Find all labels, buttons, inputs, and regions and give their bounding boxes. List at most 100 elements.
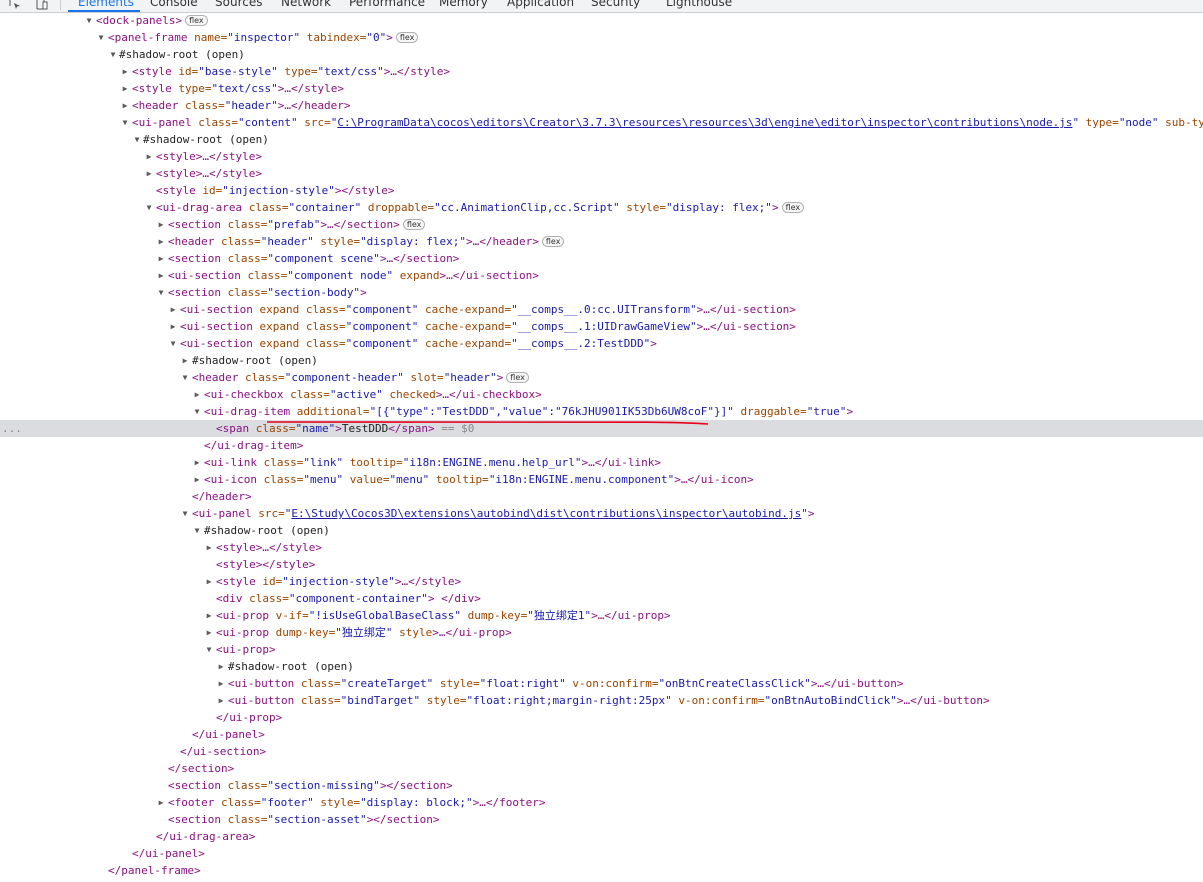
dom-node-row[interactable]: <section class="section-asset"></section…: [0, 811, 1203, 828]
expand-triangle-icon[interactable]: ▼: [192, 403, 202, 420]
collapsed-triangle-icon[interactable]: ▶: [192, 386, 202, 403]
dom-node-row[interactable]: ▶ <ui-section class="component node" exp…: [0, 267, 1203, 284]
collapsed-triangle-icon[interactable]: ▶: [168, 318, 178, 335]
expand-triangle-icon[interactable]: ▼: [120, 114, 130, 131]
tab-console[interactable]: Console: [150, 0, 198, 9]
dom-node-row[interactable]: ▶ <ui-prop dump-key="独立绑定" style>…</ui-p…: [0, 624, 1203, 641]
dom-node-row[interactable]: ▶ <ui-section expand class="component" c…: [0, 318, 1203, 335]
dom-node-row[interactable]: <style></style>: [0, 556, 1203, 573]
flex-badge[interactable]: flex: [402, 219, 426, 230]
dom-node-row[interactable]: ▼ <section class="section-body">: [0, 284, 1203, 301]
source-link[interactable]: E:\Study\Cocos3D\extensions\autobind\dis…: [291, 507, 801, 520]
dom-node-row[interactable]: <section class="section-missing"></secti…: [0, 777, 1203, 794]
tab-elements[interactable]: Elements: [78, 0, 134, 9]
collapsed-triangle-icon[interactable]: ▶: [156, 267, 166, 284]
dom-node-row[interactable]: ▶ <header class="header" style="display:…: [0, 233, 1203, 250]
dom-node-row[interactable]: ▶ <ui-section expand class="component" c…: [0, 301, 1203, 318]
collapsed-triangle-icon[interactable]: ▶: [204, 607, 214, 624]
source-link[interactable]: C:\ProgramData\cocos\editors\Creator\3.7…: [337, 116, 1072, 129]
dom-node-row[interactable]: ▼ <dock-panels> flex: [0, 12, 1203, 29]
dom-node-row[interactable]: </ui-drag-item>: [0, 437, 1203, 454]
dom-node-row[interactable]: ▶ <section class="prefab">…</section> fle…: [0, 216, 1203, 233]
dom-node-row[interactable]: ▶ <style>…</style>: [0, 539, 1203, 556]
inspect-element-icon[interactable]: [8, 0, 22, 11]
collapsed-triangle-icon[interactable]: ▶: [156, 794, 166, 811]
collapsed-triangle-icon[interactable]: ▶: [204, 573, 214, 590]
collapsed-triangle-icon[interactable]: ▶: [120, 97, 130, 114]
expand-triangle-icon[interactable]: ▼: [156, 284, 166, 301]
expand-triangle-icon[interactable]: ▼: [144, 199, 154, 216]
dom-node-row[interactable]: </header>: [0, 488, 1203, 505]
collapsed-triangle-icon[interactable]: ▶: [216, 658, 226, 675]
expand-triangle-icon[interactable]: ▼: [204, 641, 214, 658]
dom-node-row[interactable]: ▶ #shadow-root (open): [0, 658, 1203, 675]
dom-node-row[interactable]: ▶ <ui-prop v-if="!isUseGlobalBaseClass" …: [0, 607, 1203, 624]
dom-node-row[interactable]: <div class="component-container"> </div>: [0, 590, 1203, 607]
node-actions-dots[interactable]: ...: [2, 420, 22, 437]
dom-node-row[interactable]: </ui-drag-area>: [0, 828, 1203, 845]
flex-badge[interactable]: flex: [781, 202, 805, 213]
dom-node-row[interactable]: ▶ <header class="header">…</header>: [0, 97, 1203, 114]
tab-security[interactable]: Security: [591, 0, 640, 9]
dom-node-row[interactable]: ▶ <style>…</style>: [0, 148, 1203, 165]
collapsed-triangle-icon[interactable]: ▶: [168, 301, 178, 318]
tab-performance[interactable]: Performance: [349, 0, 425, 9]
expand-triangle-icon[interactable]: ▼: [168, 335, 178, 352]
collapsed-triangle-icon[interactable]: ▶: [216, 675, 226, 692]
dom-node-row[interactable]: ▶ <ui-button class="bindTarget" style="f…: [0, 692, 1203, 709]
collapsed-triangle-icon[interactable]: ▶: [204, 539, 214, 556]
flex-badge[interactable]: flex: [395, 32, 419, 43]
dom-node-row[interactable]: ▼ <header class="component-header" slot=…: [0, 369, 1203, 386]
dom-node-row[interactable]: </panel-frame>: [0, 862, 1203, 879]
dom-node-row[interactable]: ▼ #shadow-root (open): [0, 131, 1203, 148]
dom-node-row[interactable]: ▶ #shadow-root (open): [0, 352, 1203, 369]
dom-node-row[interactable]: ▶ <ui-button class="createTarget" style=…: [0, 675, 1203, 692]
expand-triangle-icon[interactable]: ▼: [96, 29, 106, 46]
dom-node-row[interactable]: ▶ <section class="component scene">…</se…: [0, 250, 1203, 267]
dom-node-row[interactable]: ▶ <footer class="footer" style="display:…: [0, 794, 1203, 811]
collapsed-triangle-icon[interactable]: ▶: [144, 148, 154, 165]
dom-node-row[interactable]: ▶ <style id="base-style" type="text/css"…: [0, 63, 1203, 80]
dom-node-row[interactable]: ▼ <ui-drag-item additional="[{"type":"Te…: [0, 403, 1203, 420]
collapsed-triangle-icon[interactable]: ▶: [192, 454, 202, 471]
dom-node-row[interactable]: ▼ <ui-panel src= "E:\Study\Cocos3D\extens…: [0, 505, 1203, 522]
dom-node-row[interactable]: </ui-prop>: [0, 709, 1203, 726]
dom-node-row[interactable]: ▼ #shadow-root (open): [0, 46, 1203, 63]
flex-badge[interactable]: flex: [506, 372, 529, 383]
expand-triangle-icon[interactable]: ▼: [84, 12, 94, 29]
dom-node-row[interactable]: ▼ <ui-panel class="content" src="C:\Prog…: [0, 114, 1203, 131]
tab-lighthouse[interactable]: Lighthouse: [666, 0, 732, 9]
dom-node-row[interactable]: ▶ <style type="text/css">…</style>: [0, 80, 1203, 97]
tab-application[interactable]: Application: [507, 0, 574, 9]
tab-network[interactable]: Network: [281, 0, 331, 9]
tab-memory[interactable]: Memory: [439, 0, 488, 9]
expand-triangle-icon[interactable]: ▼: [180, 505, 190, 522]
dom-node-row[interactable]: </ui-panel>: [0, 845, 1203, 862]
collapsed-triangle-icon[interactable]: ▶: [144, 165, 154, 182]
collapsed-triangle-icon[interactable]: ▶: [192, 471, 202, 488]
dom-node-row[interactable]: ▶ <ui-icon class="menu" value="menu" too…: [0, 471, 1203, 488]
dom-node-row[interactable]: ▼ #shadow-root (open): [0, 522, 1203, 539]
dom-node-row[interactable]: ▼ <ui-prop>: [0, 641, 1203, 658]
dom-node-row[interactable]: ▶ <ui-link class="link" tooltip="i18n:EN…: [0, 454, 1203, 471]
collapsed-triangle-icon[interactable]: ▶: [120, 63, 130, 80]
dom-node-row[interactable]: ▶ <style id="injection-style">…</style>: [0, 573, 1203, 590]
collapsed-triangle-icon[interactable]: ▶: [216, 692, 226, 709]
device-toolbar-icon[interactable]: [34, 0, 48, 11]
expand-triangle-icon[interactable]: ▼: [132, 131, 142, 148]
dom-node-row[interactable]: ▼ <ui-drag-area class="container" droppa…: [0, 199, 1203, 216]
collapsed-triangle-icon[interactable]: ▶: [120, 80, 130, 97]
dom-node-row[interactable]: </ui-panel>: [0, 726, 1203, 743]
dom-node-row[interactable]: ▶ <style>…</style>: [0, 165, 1203, 182]
expand-triangle-icon[interactable]: ▼: [108, 46, 118, 63]
dom-node-row[interactable]: </section>: [0, 760, 1203, 777]
dom-node-row[interactable]: ▶ <ui-checkbox class="active" checked>…<…: [0, 386, 1203, 403]
dom-node-row[interactable]: </ui-section>: [0, 743, 1203, 760]
collapsed-triangle-icon[interactable]: ▶: [204, 624, 214, 641]
flex-badge[interactable]: flex: [185, 15, 208, 26]
expand-triangle-icon[interactable]: ▼: [180, 369, 190, 386]
flex-badge[interactable]: flex: [541, 236, 565, 247]
dom-node-row[interactable]: <style id="injection-style"></style>: [0, 182, 1203, 199]
tab-sources[interactable]: Sources: [215, 0, 262, 9]
collapsed-triangle-icon[interactable]: ▶: [156, 233, 166, 250]
